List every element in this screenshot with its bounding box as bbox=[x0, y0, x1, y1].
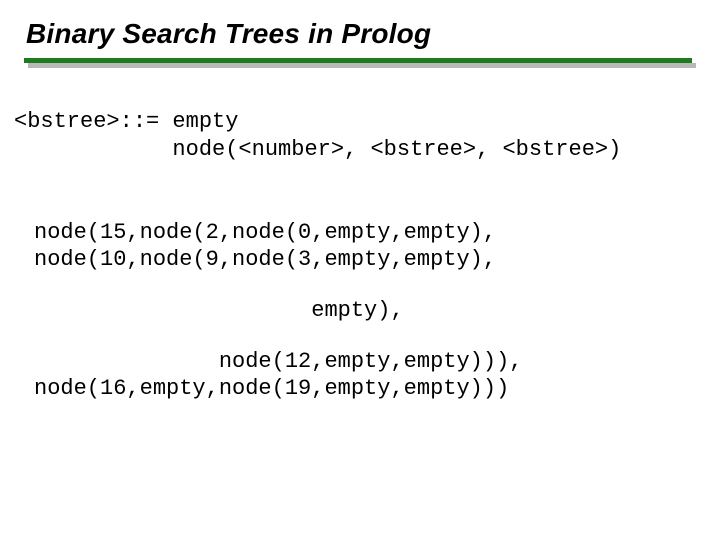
slide: Binary Search Trees in Prolog <bstree>::… bbox=[0, 0, 720, 540]
code-line-5: node(16,empty,node(19,empty,empty))) bbox=[34, 376, 509, 401]
code-block: node(15,node(2,node(0,empty,empty), node… bbox=[34, 220, 696, 402]
slide-title: Binary Search Trees in Prolog bbox=[26, 18, 696, 50]
code-group-2: empty), bbox=[34, 298, 696, 325]
code-line-1: node(15,node(2,node(0,empty,empty), bbox=[34, 220, 496, 245]
title-underline bbox=[24, 58, 696, 68]
code-group-1: node(15,node(2,node(0,empty,empty), node… bbox=[34, 220, 696, 274]
code-line-3: empty), bbox=[34, 298, 404, 323]
code-line-2: node(10,node(9,node(3,empty,empty), bbox=[34, 247, 496, 272]
grammar-block: <bstree>::= empty node(<number>, <bstree… bbox=[14, 108, 696, 164]
grammar-line-1: <bstree>::= empty bbox=[14, 109, 238, 134]
grammar-line-2: node(<number>, <bstree>, <bstree>) bbox=[14, 137, 621, 162]
code-line-4: node(12,empty,empty))), bbox=[34, 349, 522, 374]
code-group-3: node(12,empty,empty))), node(16,empty,no… bbox=[34, 349, 696, 403]
title-underline-shadow bbox=[28, 63, 696, 68]
title-underline-bar bbox=[24, 58, 692, 63]
